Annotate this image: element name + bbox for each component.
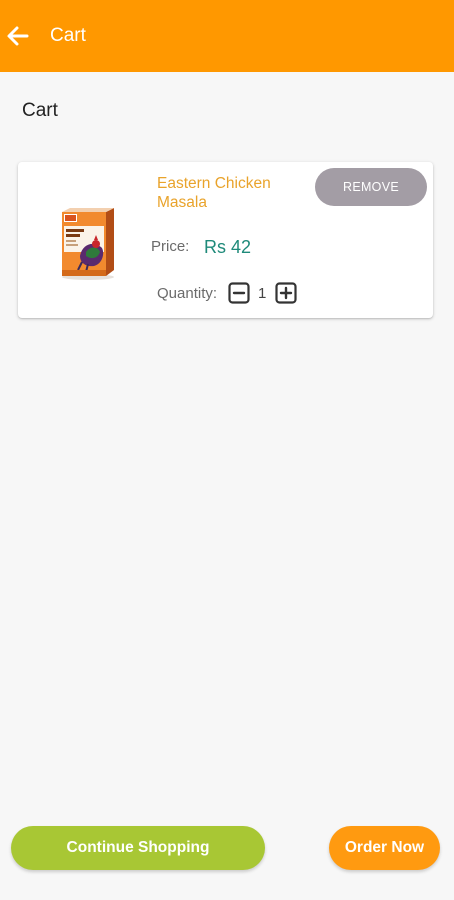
product-image[interactable] bbox=[56, 204, 120, 282]
decrement-quantity-button[interactable] bbox=[228, 282, 250, 304]
cart-item-card: Eastern Chicken Masala REMOVE Price: Rs … bbox=[18, 162, 433, 318]
product-name[interactable]: Eastern Chicken Masala bbox=[157, 174, 307, 212]
plus-square-icon bbox=[275, 282, 297, 304]
increment-quantity-button[interactable] bbox=[275, 282, 297, 304]
order-now-button[interactable]: Order Now bbox=[329, 826, 440, 870]
quantity-value: 1 bbox=[258, 285, 267, 302]
arrow-left-icon bbox=[7, 26, 29, 46]
app-bar-title: Cart bbox=[50, 25, 86, 46]
price-label: Price: bbox=[151, 238, 190, 255]
continue-shopping-button[interactable]: Continue Shopping bbox=[11, 826, 265, 870]
back-button[interactable] bbox=[4, 22, 32, 50]
masala-box-product-image bbox=[62, 208, 114, 280]
quantity-label: Quantity: bbox=[157, 285, 218, 302]
page-title: Cart bbox=[22, 100, 58, 121]
price-value: Rs 42 bbox=[204, 237, 252, 257]
minus-square-icon bbox=[228, 282, 250, 304]
app-bar: Cart bbox=[0, 0, 454, 72]
remove-button[interactable]: REMOVE bbox=[315, 168, 427, 206]
